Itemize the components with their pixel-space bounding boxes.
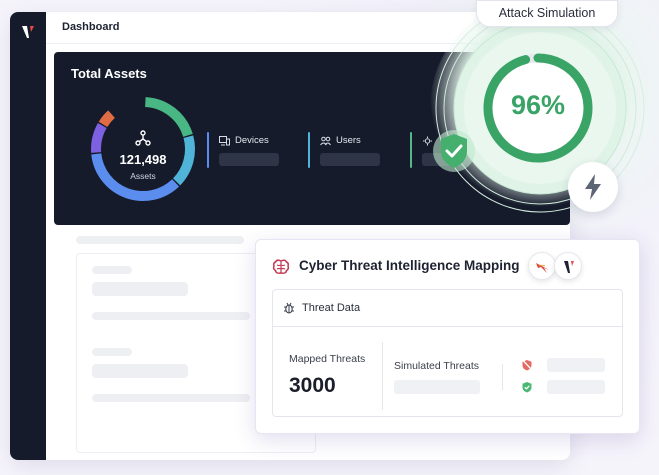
mapped-threats-label: Mapped Threats (289, 353, 366, 365)
blocked-value-hidden (547, 358, 605, 372)
stat-third-bar (410, 132, 412, 168)
mapped-threats-value: 3000 (289, 374, 336, 397)
source-chip-red[interactable] (528, 252, 556, 280)
assets-total: 121,498 (119, 152, 167, 167)
stat-users-bar (308, 132, 310, 168)
shield-blocked-icon (522, 360, 532, 371)
placeholder-line (92, 282, 188, 296)
simulation-score: 96% (510, 90, 566, 120)
simulated-threats-value-hidden (394, 380, 480, 394)
lightning-button[interactable] (568, 162, 618, 212)
devices-icon (219, 136, 230, 146)
placeholder-line (92, 394, 250, 402)
stat-devices-bar (207, 132, 209, 168)
source-chip-logo[interactable] (554, 252, 582, 280)
placeholder-line (92, 348, 132, 356)
page-title: Dashboard (62, 21, 120, 33)
simulated-threats-label: Simulated Threats (394, 360, 480, 372)
attack-simulation-pill[interactable]: Attack Simulation (476, 0, 618, 27)
stat-devices[interactable]: Devices (207, 132, 297, 168)
assets-total-label: Assets (130, 171, 156, 181)
stat-users[interactable]: Users (308, 132, 398, 168)
logo-icon (564, 261, 574, 273)
divider (502, 364, 503, 390)
dragon-logo-icon (536, 263, 549, 273)
cti-mapping-card[interactable]: Cyber Threat Intelligence Mapping Threat… (255, 239, 640, 434)
threat-data-header: Threat Data (273, 290, 622, 327)
stat-users-value-hidden (320, 153, 380, 166)
placeholder-line (92, 364, 188, 378)
placeholder-line (76, 236, 244, 244)
placeholder-line (92, 266, 132, 274)
users-icon (320, 136, 331, 146)
brain-icon (272, 259, 290, 274)
shield-check-icon (433, 130, 475, 172)
stat-users-label: Users (336, 135, 361, 146)
logo-icon[interactable] (19, 23, 37, 41)
threat-data-panel: Threat Data Mapped Threats 3000 Simulate… (272, 289, 623, 417)
stat-devices-value-hidden (219, 153, 279, 166)
bug-icon (284, 302, 294, 314)
protected-value-hidden (547, 380, 605, 394)
sidebar-rail (10, 12, 46, 460)
threat-data-title: Threat Data (302, 302, 361, 314)
divider (382, 342, 383, 410)
cti-title: Cyber Threat Intelligence Mapping (299, 258, 520, 273)
card-title: Total Assets (71, 66, 147, 81)
shield-check-icon (522, 382, 532, 393)
stat-devices-label: Devices (235, 135, 269, 146)
donut-center: 121,498 Assets (86, 124, 200, 181)
placeholder-line (92, 312, 250, 320)
donut-segment-4 (98, 110, 115, 128)
lightning-icon (585, 174, 601, 200)
